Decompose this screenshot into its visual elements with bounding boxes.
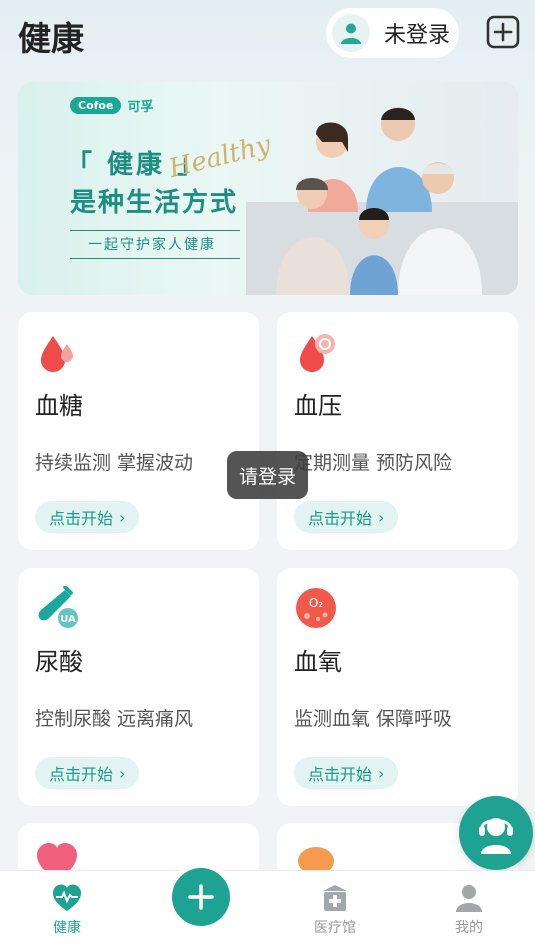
- blood-pressure-icon: [300, 334, 335, 372]
- tab-health[interactable]: 健康: [22, 871, 112, 952]
- oxygen-o2-icon: O₂: [296, 588, 336, 628]
- tab-clinic[interactable]: 医疗馆: [290, 871, 380, 952]
- card-title: 血糖: [35, 392, 83, 420]
- login-toast: 请登录: [227, 451, 308, 499]
- heart-pulse-icon: [53, 884, 81, 911]
- uric-acid-card[interactable]: UA 尿酸 控制尿酸 远离痛风 点击开始 ›: [18, 568, 259, 806]
- bottom-tab-bar: 健康 医疗馆 我的: [0, 870, 535, 952]
- blood-oxygen-card[interactable]: O₂ 血氧 监测血氧 保障呼吸 点击开始 ›: [277, 568, 518, 806]
- card-description: 监测血氧 保障呼吸: [294, 708, 453, 730]
- plus-icon: [188, 884, 214, 910]
- start-button[interactable]: 点击开始 ›: [294, 501, 399, 533]
- blood-pressure-card[interactable]: 血压 定期测量 预防风险 点击开始 ›: [277, 312, 518, 550]
- start-button[interactable]: 点击开始 ›: [35, 757, 140, 789]
- avatar: [332, 14, 370, 52]
- svg-text:O₂: O₂: [309, 596, 323, 610]
- glucose-card[interactable]: 血糖 持续监测 掌握波动 点击开始 ›: [18, 312, 259, 550]
- test-tube-ua-icon: UA: [38, 586, 78, 628]
- add-square-icon[interactable]: [486, 15, 520, 49]
- card-title: 尿酸: [35, 648, 83, 676]
- chevron-right-icon: ›: [378, 763, 385, 783]
- start-button[interactable]: 点击开始 ›: [35, 501, 140, 533]
- banner-tagline: 一起守护家人健康: [88, 237, 216, 253]
- card-title: 血压: [294, 392, 342, 420]
- tab-label: 我的: [455, 920, 483, 936]
- card-title: 血氧: [294, 648, 342, 676]
- add-record-button[interactable]: [172, 868, 230, 926]
- card-description: 定期测量 预防风险: [294, 452, 453, 474]
- blood-drop-icon: [41, 336, 73, 372]
- profile-icon: [456, 885, 482, 912]
- tab-me[interactable]: 我的: [424, 871, 514, 952]
- chevron-right-icon: ›: [378, 507, 385, 527]
- tab-label: 健康: [53, 920, 81, 936]
- chevron-right-icon: ›: [119, 763, 126, 783]
- promo-banner[interactable]: Cofoe 可孚 「 健康 」 Healthy 是种生活方式 一起守护家人健康: [18, 82, 518, 295]
- tab-label: 医疗馆: [314, 920, 356, 936]
- banner-divider: [70, 230, 240, 231]
- card-description: 控制尿酸 远离痛风: [35, 708, 194, 730]
- page-title: 健康: [18, 19, 84, 58]
- start-button[interactable]: 点击开始 ›: [294, 757, 399, 789]
- chevron-right-icon: ›: [119, 507, 126, 527]
- card-description: 持续监测 掌握波动: [35, 452, 194, 474]
- login-status-label: 未登录: [384, 23, 451, 48]
- banner-divider: [70, 258, 240, 259]
- svg-text:UA: UA: [60, 614, 76, 625]
- family-photo-illustration: [246, 107, 518, 295]
- login-button[interactable]: 未登录: [326, 8, 459, 58]
- customer-service-button[interactable]: [459, 796, 533, 870]
- user-avatar-icon: [341, 23, 361, 44]
- banner-headline-2: 是种生活方式: [70, 188, 239, 218]
- brand-logo: Cofoe 可孚: [70, 96, 153, 115]
- clinic-icon: [323, 885, 347, 911]
- headset-agent-icon: [479, 818, 513, 854]
